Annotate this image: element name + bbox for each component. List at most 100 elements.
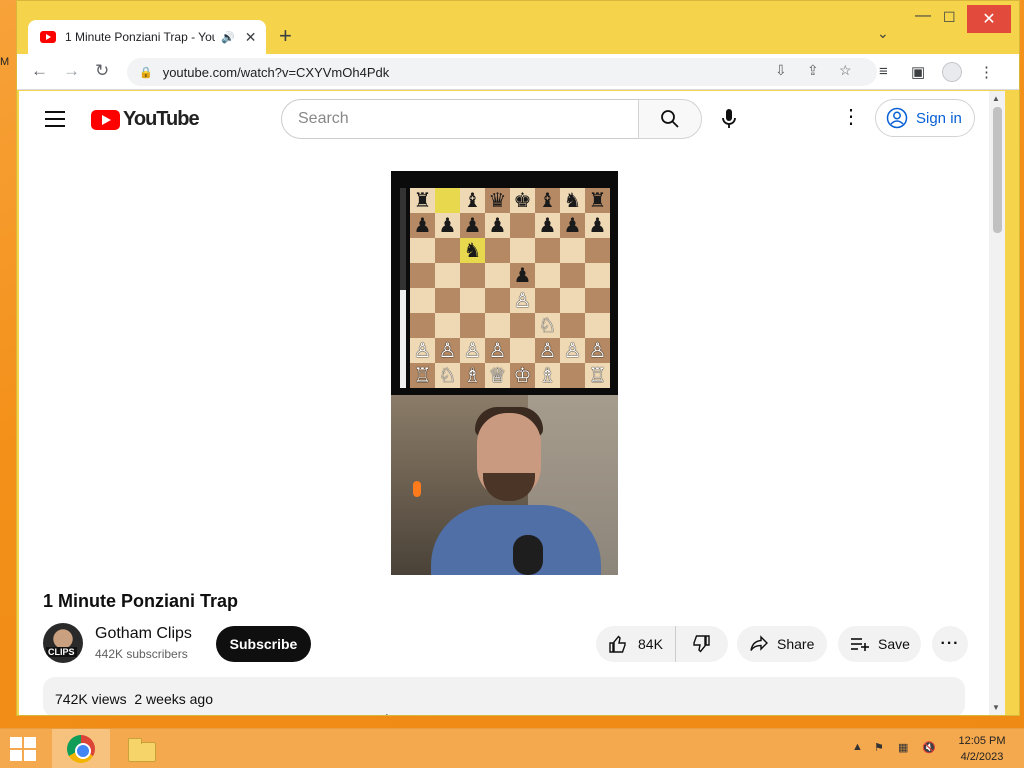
speaker-icon[interactable]: 🔊 [221,31,235,44]
browser-window: 1 Minute Ponziani Trap - You 🔊 ✕ + ⌄ — ☐… [16,0,1020,716]
chess-square [560,313,585,338]
upload-date: 2 weeks ago [134,691,213,707]
view-count: 742K views [55,691,127,707]
chess-piece: ♘ [538,314,557,337]
chess-square: ♙ [560,338,585,363]
lock-icon[interactable]: 🔒 [139,66,153,79]
video-player[interactable]: ♜ ♝ ♛ ♚ ♝ ♞ ♜ ♟ ♟ ♟ ♟ ♟ ♟ ♟ ♞ ♟ ♙ ♘ ♙ ♙ ♙ ♙ ♙ ♙ ♙ ♖ ♘ ♗ ♕ ♔ ♗ ♖ [391,171,618,575]
channel-name[interactable]: Gotham Clips [95,625,192,643]
chess-square [435,313,460,338]
chess-square: ♟ [435,213,460,238]
chess-square [585,313,610,338]
chess-square [435,288,460,313]
mouse-pointer-icon [386,714,388,715]
chess-piece: ♖ [588,364,607,387]
microphone-icon [722,109,736,128]
share-button[interactable]: Share [737,626,827,662]
taskbar-file-explorer[interactable] [126,736,158,762]
star-icon[interactable]: ☆ [839,62,852,79]
webcam-feed [391,395,618,575]
chess-square: ♞ [560,188,585,213]
chess-piece: ♟ [538,214,557,237]
url-text[interactable]: youtube.com/watch?v=CXYVmOh4Pdk [163,65,390,80]
search-input[interactable] [298,110,618,128]
install-icon[interactable]: ⇩ [775,62,787,79]
chess-square: ♞ [460,238,485,263]
search-button[interactable] [638,99,702,139]
tab-search-chevron-icon[interactable]: ⌄ [877,25,889,42]
share-label: Share [777,636,815,652]
youtube-logo[interactable]: YouTube [91,108,200,131]
scroll-thumb[interactable] [993,107,1002,233]
back-arrow-icon[interactable]: ← [31,61,48,81]
sign-in-label: Sign in [916,109,962,127]
chess-square: ♟ [535,213,560,238]
desktop-edge-text: M [0,56,10,68]
profile-icon[interactable] [942,62,962,82]
dislike-button[interactable] [676,626,726,662]
kebab-menu-icon[interactable]: ⋮ [979,63,994,81]
chess-square [510,338,535,363]
sign-in-button[interactable]: Sign in [875,99,975,137]
like-button[interactable]: 84K [596,626,676,662]
close-window-icon[interactable]: ✕ [967,5,1011,33]
chess-piece: ♝ [463,189,482,212]
flag-icon[interactable]: ⚑ [874,741,884,754]
chess-piece: ♜ [588,189,607,212]
chess-piece: ♙ [513,289,532,312]
volume-muted-icon[interactable]: 🔇 [922,741,936,754]
chess-square [510,313,535,338]
side-panel-icon[interactable]: ▣ [911,63,925,81]
chess-piece: ♘ [438,364,457,387]
reading-list-icon[interactable]: ≡ [879,63,888,80]
address-bar[interactable]: 🔒 youtube.com/watch?v=CXYVmOh4Pdk [127,58,877,86]
forward-arrow-icon[interactable]: → [63,61,80,81]
chess-square: ♙ [485,338,510,363]
youtube-play-icon [91,109,120,130]
chess-square: ♕ [485,363,510,388]
chess-square [510,238,535,263]
chevron-up-icon[interactable]: ▲ [852,741,863,753]
chess-piece: ♟ [463,214,482,237]
minimize-icon[interactable]: — [915,7,931,25]
youtube-logo-text: YouTube [123,108,200,130]
avatar-badge: CLIPS [46,647,77,657]
settings-kebab-icon[interactable]: ⋮ [841,107,861,127]
description-box[interactable]: 742K views 2 weeks ago [43,677,965,715]
chess-piece: ♔ [513,364,532,387]
scroll-up-icon[interactable]: ▲ [992,94,1000,103]
taskbar-chrome[interactable] [52,729,110,768]
chess-board: ♜ ♝ ♛ ♚ ♝ ♞ ♜ ♟ ♟ ♟ ♟ ♟ ♟ ♟ ♞ ♟ ♙ ♘ ♙ ♙ ♙ ♙ ♙ ♙ ♙ ♖ ♘ ♗ ♕ ♔ ♗ ♖ [410,188,610,388]
evaluation-bar [400,188,406,388]
reload-icon[interactable]: ↻ [95,61,109,81]
chess-square: ♜ [410,188,435,213]
voice-search-button[interactable] [719,107,739,136]
chess-square [535,288,560,313]
chess-piece: ♗ [463,364,482,387]
close-tab-icon[interactable]: ✕ [245,29,257,46]
search-icon [661,110,679,128]
clock-time[interactable]: 12:05 PM [956,735,1008,747]
tab-youtube[interactable]: 1 Minute Ponziani Trap - You 🔊 ✕ [28,20,266,54]
new-tab-button[interactable]: + [279,23,292,49]
maximize-icon[interactable]: ☐ [943,9,956,26]
chess-square: ♝ [460,188,485,213]
clock-date[interactable]: 4/2/2023 [956,751,1008,763]
network-icon[interactable]: ▦ [898,741,908,754]
chess-square: ♛ [485,188,510,213]
chess-square: ♔ [510,363,535,388]
channel-row: CLIPS Gotham Clips 442K subscribers Subs… [43,623,973,665]
more-actions-button[interactable]: ··· [932,626,968,662]
scroll-down-icon[interactable]: ▼ [992,703,1000,712]
subscribe-button[interactable]: Subscribe [216,626,311,662]
page-scrollbar[interactable]: ▲ ▼ [989,91,1005,715]
hamburger-menu-icon[interactable] [45,111,65,132]
save-button[interactable]: Save [838,626,921,662]
chess-square [460,263,485,288]
chess-square [535,263,560,288]
chess-piece: ♙ [463,339,482,362]
share-icon[interactable]: ⇪ [807,62,819,79]
playlist-add-icon [851,638,869,651]
channel-avatar[interactable]: CLIPS [43,623,83,663]
start-button-windows-icon[interactable] [10,737,36,761]
